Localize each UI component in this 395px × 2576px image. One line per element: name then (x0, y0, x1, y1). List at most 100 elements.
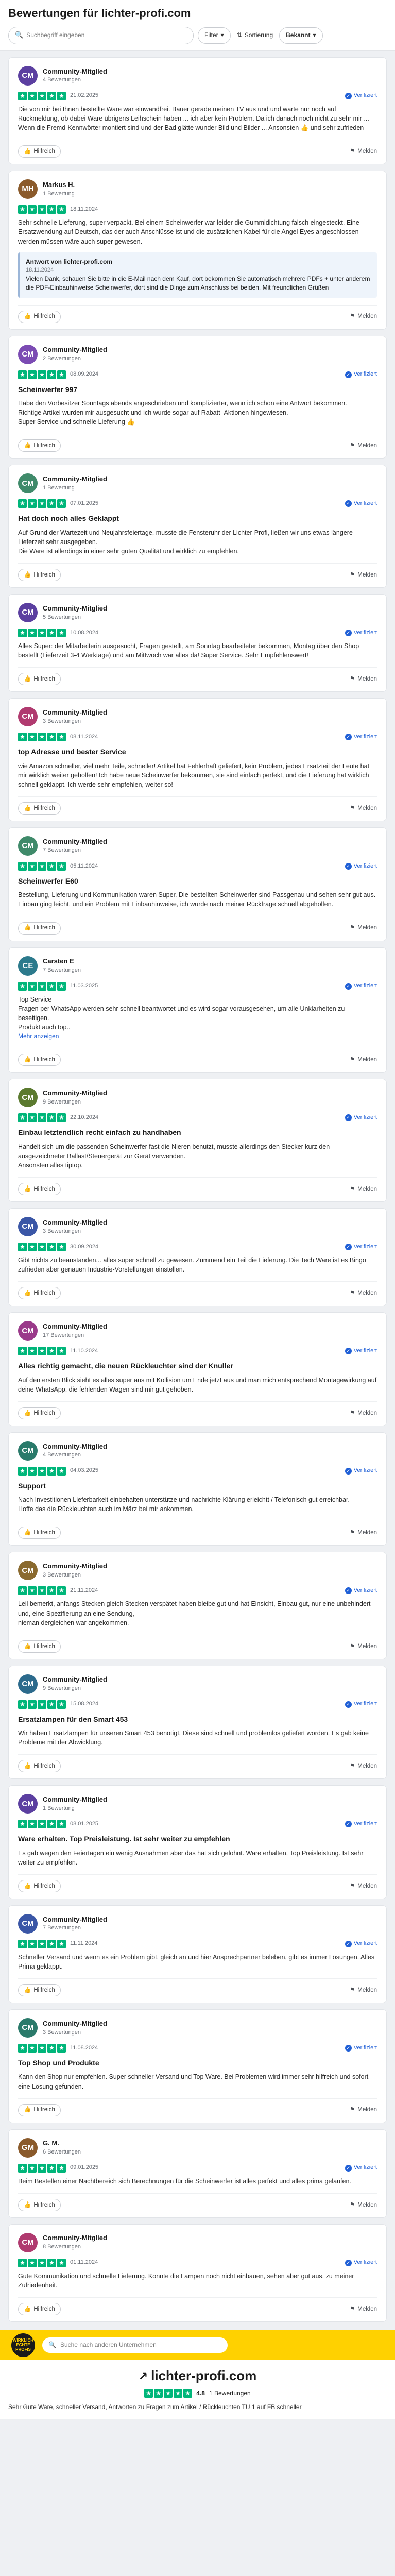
star-icon: ★ (38, 733, 46, 742)
review-rating-row: ★ ★ ★ ★ ★ 18.11.2024 (18, 205, 377, 214)
reviewer-name[interactable]: Carsten E (43, 957, 377, 967)
report-button[interactable]: ⚑ Melden (350, 442, 377, 450)
report-button[interactable]: ⚑ Melden (350, 924, 377, 933)
review-header: CE Carsten E7 Bewertungen (18, 956, 377, 976)
reviewer-name[interactable]: Community-Mitglied (43, 1675, 377, 1685)
check-icon: ✓ (345, 1244, 352, 1251)
reviewer-info: Community-Mitglied 3 Bewertungen (43, 708, 377, 726)
verified-badge: ✓ Verifiziert (345, 862, 377, 871)
report-button[interactable]: ⚑ Melden (350, 2106, 377, 2114)
helpful-button[interactable]: 👍 Hilfreich (18, 1879, 61, 1892)
helpful-button[interactable]: 👍 Hilfreich (18, 2198, 61, 2211)
helpful-button[interactable]: 👍 Hilfreich (18, 2303, 61, 2316)
helpful-label: Hilfreich (33, 1883, 55, 1889)
review-star-rating: ★ ★ ★ ★ ★ (18, 2163, 66, 2173)
report-button[interactable]: ⚑ Melden (350, 1056, 377, 1064)
flag-icon: ⚑ (349, 148, 355, 155)
helpful-button[interactable]: 👍 Hilfreich (18, 1760, 61, 1773)
helpful-button[interactable]: 👍 Hilfreich (18, 673, 61, 686)
reviewer-name[interactable]: Community-Mitglied (43, 1322, 377, 1332)
sort-select[interactable]: Bekannt ▾ (279, 27, 323, 44)
helpful-button[interactable]: 👍 Hilfreich (18, 439, 61, 452)
star-icon: ★ (28, 91, 37, 100)
reviewer-name[interactable]: Community-Mitglied (43, 474, 377, 484)
helpful-button[interactable]: 👍 Hilfreich (18, 310, 61, 323)
verified-label: Verifiziert (353, 1820, 377, 1827)
helpful-button[interactable]: 👍 Hilfreich (18, 1640, 61, 1653)
reviewer-name[interactable]: Community-Mitglied (43, 1915, 377, 1925)
reviewer-name[interactable]: Community-Mitglied (43, 708, 377, 718)
reviewer-name[interactable]: Community-Mitglied (43, 1795, 377, 1805)
helpful-button[interactable]: 👍 Hilfreich (18, 802, 61, 815)
reviewer-name[interactable]: Community-Mitglied (43, 67, 377, 77)
reviewer-name[interactable]: Markus H. (43, 180, 377, 190)
report-button[interactable]: ⚑ Melden (350, 675, 377, 684)
verified-badge: ✓ Verifiziert (345, 1347, 377, 1355)
helpful-button[interactable]: 👍 Hilfreich (18, 1287, 61, 1300)
reviewer-name[interactable]: Community-Mitglied (43, 1089, 377, 1098)
report-button[interactable]: ⚑ Melden (350, 1289, 377, 1298)
filter-button[interactable]: Filter ▾ (198, 27, 231, 44)
reviewer-name[interactable]: Community-Mitglied (43, 837, 377, 847)
toolbar: 🔍 Filter ▾ ⇅ Sortierung Bekannt ▾ (8, 26, 387, 44)
report-button[interactable]: ⚑ Melden (350, 1529, 377, 1537)
report-button[interactable]: ⚑ Melden (350, 804, 377, 813)
review-rating-row: ★ ★ ★ ★ ★ 05.11.2024 ✓ Verifiziert (18, 862, 377, 871)
helpful-button[interactable]: 👍 Hilfreich (18, 1183, 61, 1196)
report-button[interactable]: ⚑ Melden (350, 147, 377, 156)
review-header: CM Community-Mitglied 5 Bewertungen (18, 603, 377, 623)
reviewer-review-count: 1 Bewertung (43, 484, 75, 491)
reviewer-info: Community-Mitglied 1 Bewertung (43, 474, 377, 493)
review-date: 11.10.2024 (70, 1347, 98, 1354)
helpful-button[interactable]: 👍 Hilfreich (18, 2104, 61, 2116)
reviewer-name[interactable]: Community-Mitglied (43, 1442, 377, 1452)
helpful-button[interactable]: 👍 Hilfreich (18, 1054, 61, 1066)
company-search[interactable]: 🔍 Suche nach anderen Unternehmen (42, 2337, 228, 2353)
review-rating-row: ★ ★ ★ ★ ★ 08.09.2024 ✓ Verifiziert (18, 370, 377, 379)
reviewer-name[interactable]: Community-Mitglied (43, 2019, 377, 2029)
company-name: lichter-profi.com (151, 2368, 257, 2384)
report-button[interactable]: ⚑ Melden (350, 1409, 377, 1418)
reviewer-info: Community-Mitglied 9 Bewertungen (43, 1675, 377, 1693)
helpful-button[interactable]: 👍 Hilfreich (18, 1527, 61, 1539)
star-icon: ★ (18, 370, 27, 379)
report-button[interactable]: ⚑ Melden (350, 571, 377, 580)
star-icon: ★ (18, 2044, 27, 2053)
thumbs-up-icon: 👍 (24, 805, 31, 811)
helpful-button[interactable]: 👍 Hilfreich (18, 569, 61, 582)
helpful-button[interactable]: 👍 Hilfreich (18, 1406, 61, 1419)
helpful-button[interactable]: 👍 Hilfreich (18, 922, 61, 935)
reviewer-review-count: 7 Bewertungen (43, 847, 81, 854)
reviewer-name[interactable]: Community-Mitglied (43, 604, 377, 614)
reviewer-name[interactable]: Community-Mitglied (43, 345, 377, 355)
helpful-button[interactable]: 👍 Hilfreich (18, 145, 61, 158)
helpful-label: Hilfreich (33, 1763, 55, 1770)
report-button[interactable]: ⚑ Melden (350, 312, 377, 321)
review-card: CM Community-Mitglied 3 Bewertungen ★ ★ ★ ★ ★ 08… (8, 698, 387, 822)
star-icon: ★ (28, 862, 37, 871)
star-icon: ★ (57, 1586, 66, 1596)
show-more-link[interactable]: Mehr anzeigen (18, 1032, 377, 1041)
review-actions: 👍 Hilfreich ⚑ Melden (18, 140, 377, 158)
report-button[interactable]: ⚑ Melden (350, 2201, 377, 2210)
report-button[interactable]: ⚑ Melden (350, 1882, 377, 1891)
review-card: CM Community-Mitglied 1 Bewertung ★ ★ ★ ★ ★ 08.0… (8, 1785, 387, 1899)
search-box[interactable]: 🔍 (8, 26, 194, 44)
review-card: CM Community-Mitglied 4 Bewertungen ★ ★ ★ ★ ★ 04… (8, 1432, 387, 1546)
reviewer-name[interactable]: G. M. (43, 2139, 377, 2148)
report-button[interactable]: ⚑ Melden (350, 1185, 377, 1194)
report-button[interactable]: ⚑ Melden (350, 1986, 377, 1995)
helpful-button[interactable]: 👍 Hilfreich (18, 1984, 61, 1997)
report-label: Melden (357, 1057, 377, 1063)
report-button[interactable]: ⚑ Melden (350, 2305, 377, 2314)
verified-label: Verifiziert (353, 733, 377, 740)
thumbs-up-icon: 👍 (24, 2107, 31, 2113)
reviewer-name[interactable]: Community-Mitglied (43, 2233, 377, 2243)
report-button[interactable]: ⚑ Melden (350, 1762, 377, 1771)
search-input[interactable] (26, 31, 187, 40)
reviewer-name[interactable]: Community-Mitglied (43, 1562, 377, 1571)
reviewer-name[interactable]: Community-Mitglied (43, 1218, 377, 1228)
report-button[interactable]: ⚑ Melden (350, 1642, 377, 1651)
avatar-initials: CM (22, 1326, 34, 1335)
star-icon: ★ (28, 1939, 37, 1948)
